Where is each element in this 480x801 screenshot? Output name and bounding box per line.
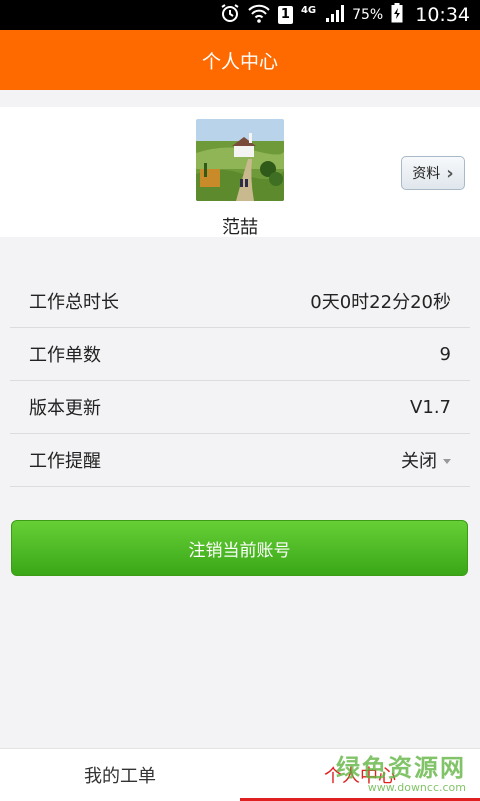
dropdown-caret-icon (443, 458, 451, 464)
row-label: 工作总时长 (29, 292, 119, 313)
row-value: 0天0时22分20秒 (310, 292, 451, 313)
alarm-icon (220, 3, 240, 27)
row-value: 9 (439, 343, 451, 365)
tab-personal-center[interactable]: 个人中心 (240, 749, 480, 801)
tab-my-orders[interactable]: 我的工单 (0, 749, 240, 801)
row-label: 工作提醒 (29, 451, 101, 472)
profile-details-label: 资料 (412, 166, 441, 182)
row-label: 工作单数 (29, 345, 101, 366)
tab-label: 我的工单 (84, 766, 156, 787)
battery-percent: 75% (352, 7, 384, 23)
list-item-work-duration: 工作总时长 0天0时22分20秒 (10, 275, 470, 328)
profile-details-button[interactable]: 资料 › (401, 156, 465, 190)
row-value: V1.7 (410, 396, 451, 418)
info-list: 工作总时长 0天0时22分20秒 工作单数 9 版本更新 V1.7 工作提醒 关… (10, 275, 470, 487)
page-title: 个人中心 (201, 50, 278, 73)
logout-button-label: 注销当前账号 (188, 540, 291, 561)
app-header: 个人中心 (0, 30, 480, 90)
network-type: 4G (300, 4, 317, 16)
chevron-right-icon: › (446, 162, 454, 184)
avatar[interactable] (196, 119, 284, 201)
list-item-order-count: 工作单数 9 (10, 328, 470, 381)
wifi-icon (248, 3, 270, 27)
username: 范喆 (222, 217, 258, 238)
clock: 10:34 (415, 4, 470, 26)
sim-card-icon: 1 (277, 6, 293, 24)
logout-button[interactable]: 注销当前账号 (11, 520, 468, 576)
bottom-tab-bar: 我的工单 个人中心 (0, 748, 480, 801)
status-bar: 1 4G 75% 10:34 (0, 0, 480, 30)
tab-label: 个人中心 (324, 766, 396, 787)
list-item-version-update[interactable]: 版本更新 V1.7 (10, 381, 470, 434)
list-item-work-reminder: 工作提醒 关闭 (10, 434, 470, 487)
battery-charging-icon (391, 3, 403, 27)
reminder-select[interactable]: 关闭 (401, 447, 451, 473)
row-label: 版本更新 (29, 398, 101, 419)
reminder-select-value: 关闭 (401, 451, 437, 472)
signal-icon (324, 4, 345, 26)
